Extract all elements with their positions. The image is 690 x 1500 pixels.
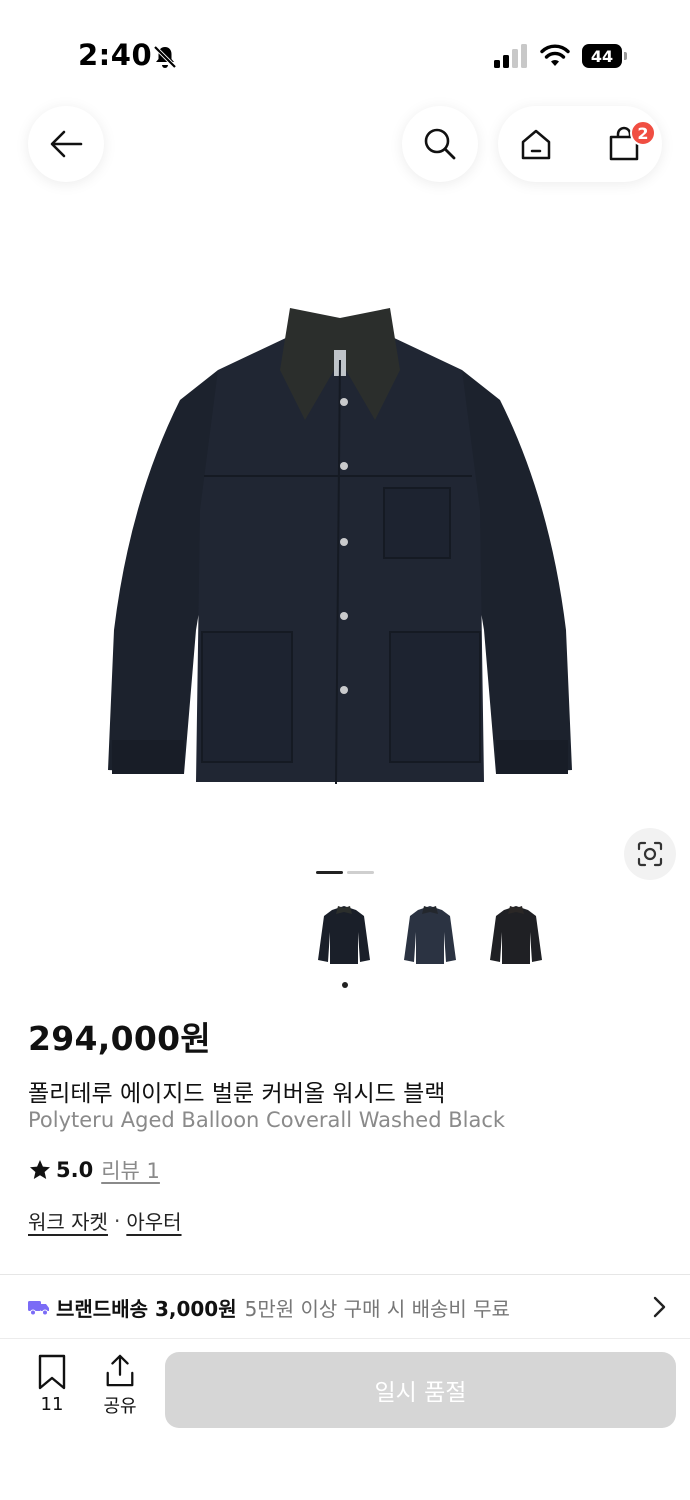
home-cart-group: 2 — [498, 106, 662, 182]
image-search-lens-icon — [637, 841, 663, 867]
battery-level: 44 — [590, 46, 614, 66]
review-link[interactable]: 리뷰 1 — [101, 1155, 160, 1185]
chevron-right-icon — [653, 1296, 666, 1318]
mute-bell-icon — [153, 45, 177, 69]
thumbnail-black[interactable] — [312, 902, 376, 970]
category-link-work-jacket[interactable]: 워크 자켓 — [28, 1206, 108, 1235]
cart-button[interactable]: 2 — [586, 106, 662, 182]
search-icon — [424, 128, 456, 160]
gallery-page-indicator — [347, 871, 374, 874]
cart-badge: 2 — [630, 120, 656, 146]
home-icon — [521, 129, 551, 160]
shipping-info-row[interactable]: 브랜드배송 3,000원 5만원 이상 구매 시 배송비 무료 — [0, 1276, 690, 1338]
bookmark-icon — [38, 1354, 66, 1390]
sold-out-button[interactable]: 일시 품절 — [165, 1352, 676, 1428]
back-button[interactable] — [28, 106, 104, 182]
star-icon — [30, 1160, 50, 1179]
home-button[interactable] — [498, 106, 574, 182]
divider — [0, 1274, 690, 1275]
battery-icon: 44 — [582, 44, 628, 68]
thumbnail-dark[interactable] — [484, 902, 548, 970]
gallery-page-indicator-active — [316, 871, 343, 874]
divider — [0, 1338, 690, 1339]
status-bar: 2:40 44 — [0, 0, 690, 100]
status-time: 2:40 — [78, 38, 153, 72]
share-label: 공유 — [103, 1396, 137, 1417]
bookmark-button[interactable]: 11 — [30, 1354, 74, 1418]
rating-value: 5.0 — [56, 1158, 94, 1182]
share-icon — [106, 1354, 134, 1387]
cellular-signal-icon — [494, 44, 527, 68]
category-separator: · — [113, 1208, 121, 1233]
thumbnail-navy[interactable] — [398, 902, 462, 970]
wifi-icon — [540, 44, 570, 66]
shipping-free-condition: 5만원 이상 구매 시 배송비 무료 — [244, 1296, 510, 1321]
product-name-english: Polyteru Aged Balloon Coverall Washed Bl… — [28, 1108, 506, 1132]
product-name-korean: 폴리테루 에이지드 벌룬 커버올 워시드 블랙 — [28, 1081, 446, 1107]
delivery-truck-icon — [28, 1301, 49, 1316]
arrow-left-icon — [50, 130, 83, 158]
image-search-lens-button[interactable] — [624, 828, 676, 880]
share-button[interactable]: 공유 — [98, 1354, 142, 1418]
search-button[interactable] — [402, 106, 478, 182]
shipping-fee: 브랜드배송 3,000원 — [56, 1296, 237, 1321]
thumbnail-selected-dot — [342, 982, 348, 988]
category-link-outer[interactable]: 아우터 — [126, 1206, 181, 1235]
product-image[interactable] — [100, 300, 580, 790]
category-breadcrumb: 워크 자켓 · 아우터 — [28, 1206, 182, 1235]
rating-row: 5.0 리뷰 1 — [28, 1155, 160, 1185]
bookmark-count: 11 — [40, 1394, 64, 1415]
product-price: 294,000원 — [28, 1019, 212, 1058]
